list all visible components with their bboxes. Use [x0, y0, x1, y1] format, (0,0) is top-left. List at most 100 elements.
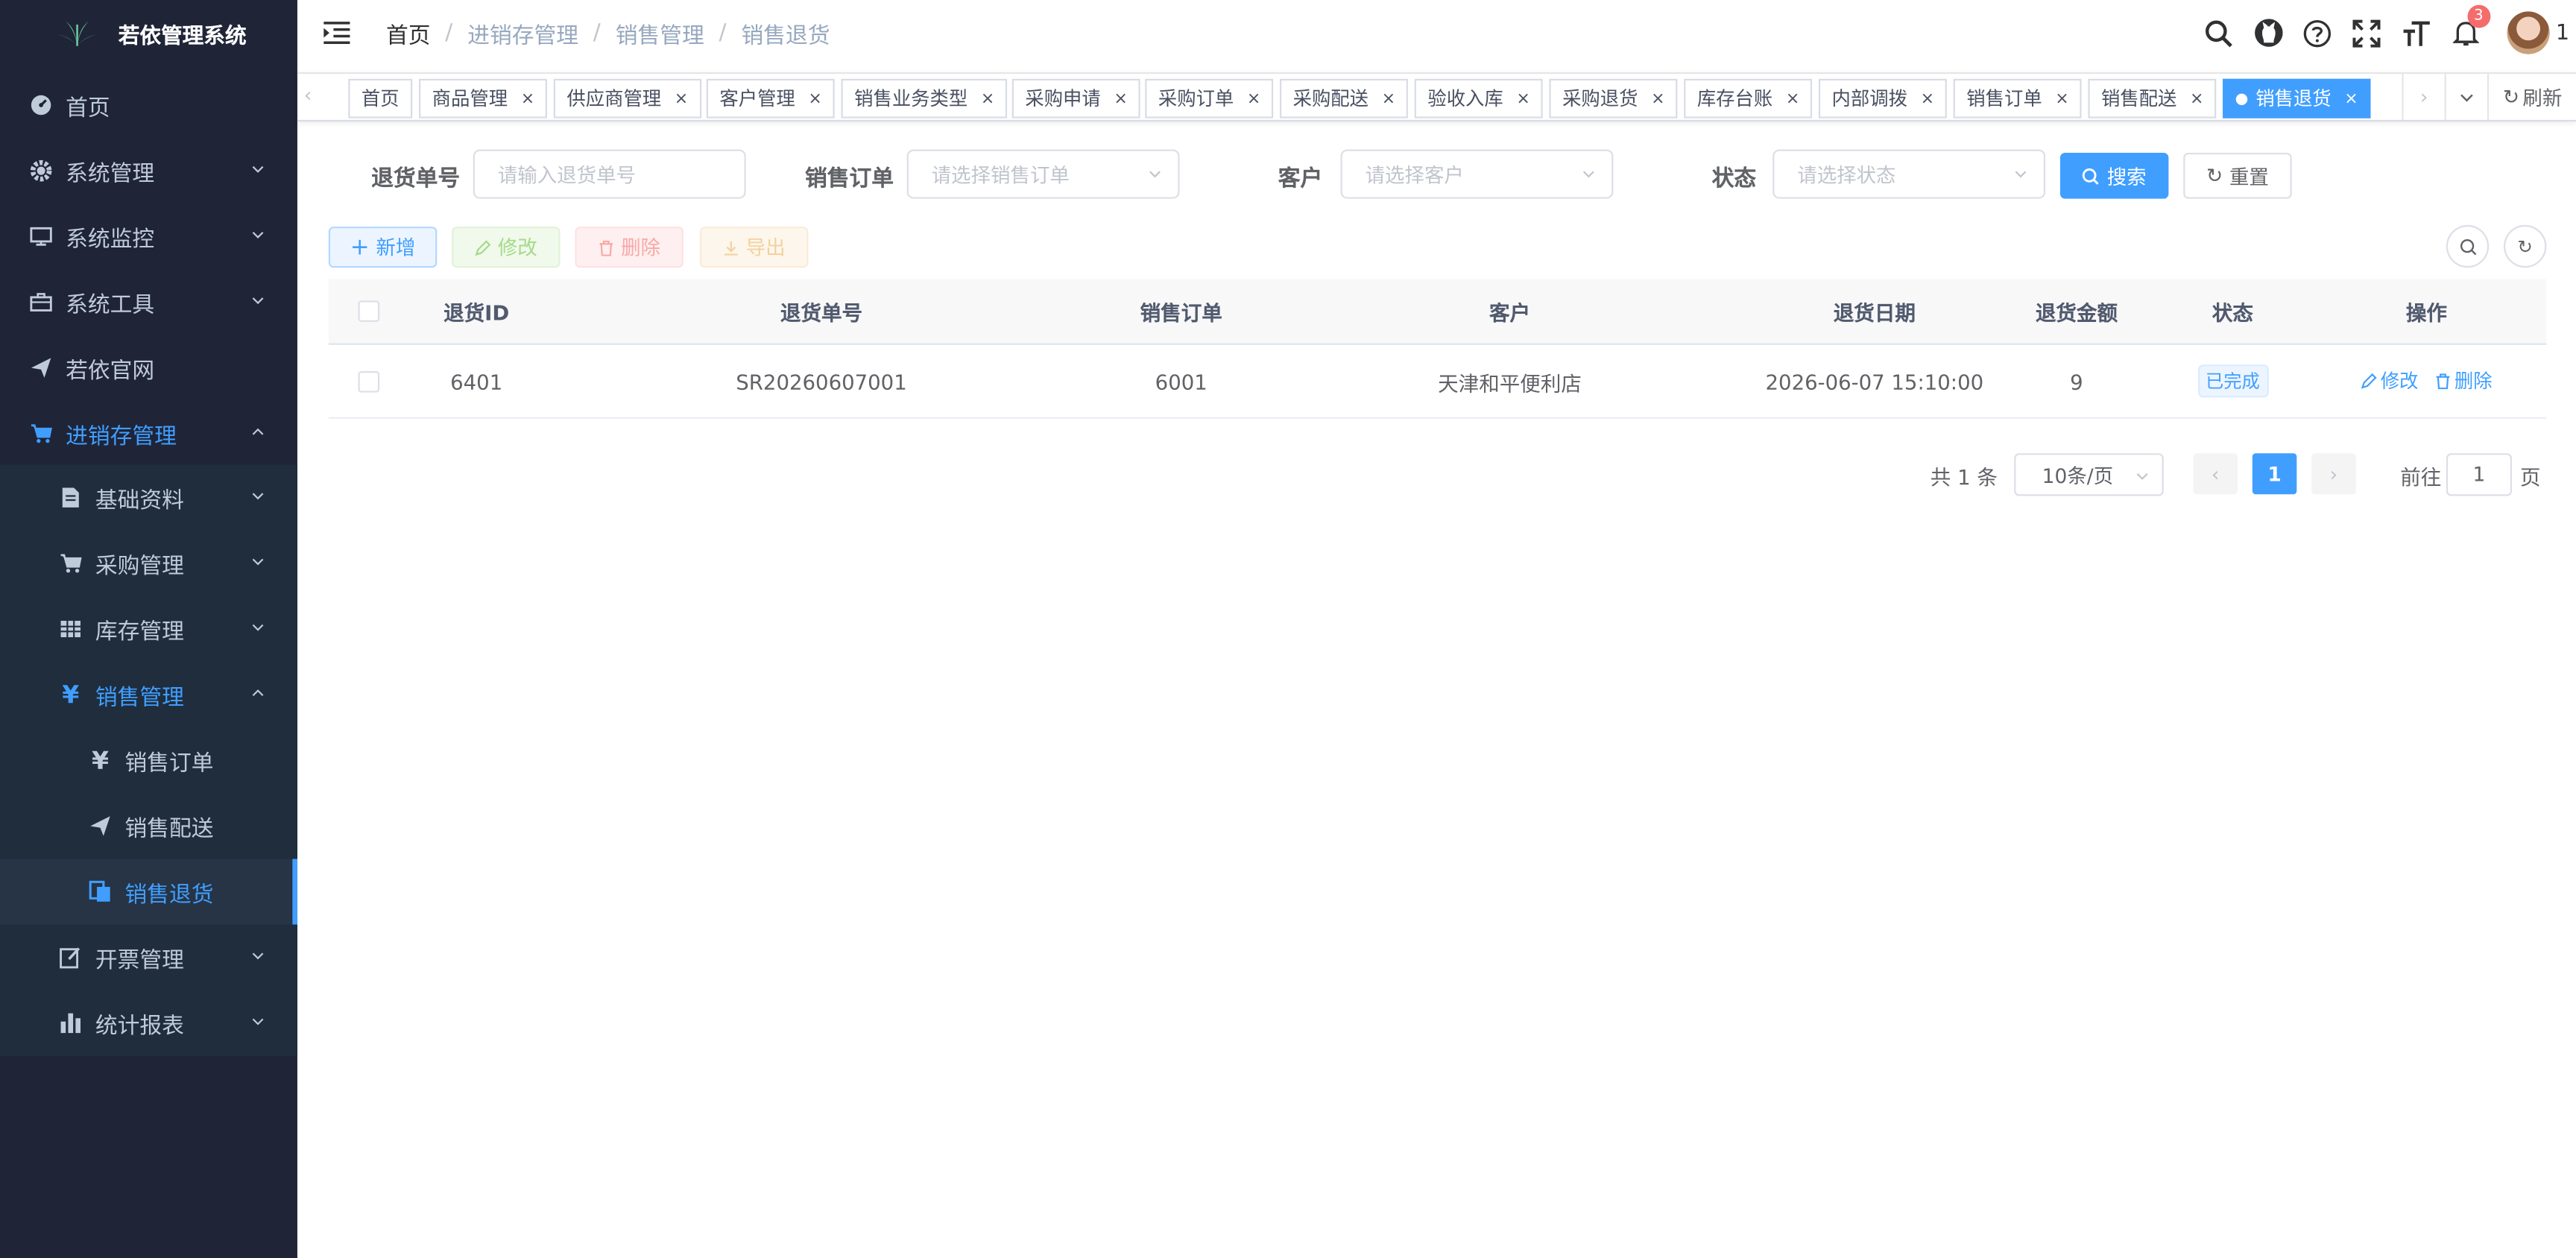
close-icon[interactable]: × — [1651, 89, 1664, 107]
tags-scroll-left-icon[interactable]: ‹ — [304, 83, 312, 107]
delete-button[interactable]: 删除 — [575, 227, 684, 268]
tag-inbound[interactable]: 验收入库 × — [1414, 78, 1544, 118]
close-icon[interactable]: × — [1247, 89, 1260, 107]
tags-dropdown-icon[interactable] — [2444, 74, 2487, 120]
close-icon[interactable]: × — [1786, 89, 1799, 107]
tag-customers[interactable]: 客户管理 × — [706, 78, 836, 118]
row-checkbox[interactable] — [357, 370, 379, 392]
header-sales-order: 销售订单 — [1140, 300, 1222, 326]
tag-label: 供应商管理 — [566, 86, 662, 110]
cell-return-no: SR20260607001 — [736, 368, 907, 393]
tag-home[interactable]: 首页 — [348, 78, 413, 118]
close-icon[interactable]: × — [1382, 89, 1395, 107]
sidebar-item-system[interactable]: 系统管理 — [0, 138, 297, 203]
return-no-input[interactable]: 请输入退货单号 — [473, 149, 746, 199]
close-icon[interactable]: × — [2344, 89, 2358, 107]
close-icon[interactable]: × — [1921, 89, 1934, 107]
export-button[interactable]: 导出 — [699, 227, 809, 268]
close-icon[interactable]: × — [2190, 89, 2203, 107]
close-icon[interactable]: × — [981, 89, 994, 107]
close-icon[interactable]: × — [675, 89, 688, 107]
help-icon[interactable] — [2303, 18, 2333, 48]
tag-sales-biz-type[interactable]: 销售业务类型 × — [841, 78, 1008, 118]
user-name[interactable]: 1 — [2556, 21, 2569, 45]
tag-purchase-delivery[interactable]: 采购配送 × — [1279, 78, 1409, 118]
active-dot — [2235, 92, 2248, 104]
sidebar-item-ruoyi-site[interactable]: 若依官网 — [0, 335, 297, 401]
sidebar-item-label: 系统监控 — [66, 227, 155, 253]
row-delete-link[interactable]: 删除 — [2434, 368, 2493, 394]
tag-stock-ledger[interactable]: 库存台账 × — [1684, 78, 1813, 118]
sidebar-item-inventory-mgmt[interactable]: 进销存管理 — [0, 401, 297, 467]
sidebar-item-home[interactable]: 首页 — [0, 72, 297, 138]
sidebar-item-tools[interactable]: 系统工具 — [0, 269, 297, 335]
close-icon[interactable]: × — [1516, 89, 1530, 107]
tag-sales-return[interactable]: 销售退货 × — [2223, 78, 2372, 118]
search-button[interactable]: 搜索 — [2059, 152, 2169, 199]
reset-button[interactable]: ↻ 重置 — [2183, 152, 2292, 199]
notification-bell[interactable]: 3 — [2451, 4, 2490, 48]
refresh-table-button[interactable]: ↻ — [2504, 224, 2547, 268]
tag-purchase-order[interactable]: 采购订单 × — [1145, 78, 1275, 118]
breadcrumb-item: 进销存管理 — [467, 22, 578, 50]
tag-suppliers[interactable]: 供应商管理 × — [553, 78, 701, 118]
search-icon[interactable] — [2204, 18, 2234, 48]
sidebar-item-monitor[interactable]: 系统监控 — [0, 203, 297, 269]
close-icon[interactable]: × — [521, 89, 534, 107]
sidebar-item-invoice[interactable]: 开票管理 — [0, 924, 297, 990]
toggle-search-button[interactable] — [2446, 224, 2490, 268]
grid-icon — [59, 618, 82, 641]
tag-sales-delivery[interactable]: 销售配送 × — [2088, 78, 2217, 118]
sidebar-item-sales-delivery[interactable]: 销售配送 — [0, 793, 297, 859]
pagination-total: 共 1 条 — [1930, 464, 1998, 489]
tags-scroll-right-icon[interactable]: › — [2402, 74, 2444, 120]
page-size-select[interactable]: 10条/页 — [2014, 453, 2164, 496]
sidebar-item-stock[interactable]: 库存管理 — [0, 595, 297, 663]
tag-purchase-return[interactable]: 采购退货 × — [1549, 78, 1679, 118]
status-select[interactable]: 请选择状态 — [1772, 149, 2046, 199]
row-edit-link[interactable]: 修改 — [2361, 368, 2418, 394]
row-checkbox-cell — [329, 345, 408, 417]
next-page-button[interactable]: › — [2311, 453, 2356, 495]
breadcrumb-item-home[interactable]: 首页 — [386, 16, 431, 49]
tags-refresh-button[interactable]: ↻ 刷新 — [2487, 74, 2576, 120]
gear-icon — [30, 159, 53, 183]
cell-customer: 天津和平便利店 — [1438, 370, 1582, 395]
page-number-current[interactable]: 1 — [2252, 453, 2297, 495]
fullscreen-icon[interactable] — [2352, 18, 2382, 48]
sidebar-item-basic-data[interactable]: 基础资料 — [0, 464, 297, 531]
hamburger-icon[interactable] — [323, 22, 350, 45]
sidebar-item-label: 首页 — [66, 95, 110, 122]
tag-sales-order[interactable]: 销售订单 × — [1953, 78, 2083, 118]
sidebar-item-sales-order[interactable]: ¥ 销售订单 — [0, 727, 297, 794]
avatar[interactable] — [2506, 11, 2550, 54]
tag-internal-transfer[interactable]: 内部调拨 × — [1818, 78, 1948, 118]
github-icon[interactable] — [2253, 18, 2283, 48]
tag-products[interactable]: 商品管理 × — [419, 78, 548, 118]
prev-page-button[interactable]: ‹ — [2193, 453, 2238, 495]
chevron-down-icon — [252, 493, 264, 500]
edit-icon — [475, 239, 491, 256]
sales-order-select[interactable]: 请选择销售订单 — [906, 149, 1180, 199]
logo[interactable]: 若依管理系统 — [0, 0, 297, 66]
sidebar-item-reports[interactable]: 统计报表 — [0, 990, 297, 1056]
font-size-icon[interactable] — [2402, 18, 2431, 48]
customer-select[interactable]: 请选择客户 — [1340, 149, 1614, 199]
close-icon[interactable]: × — [808, 89, 821, 107]
refresh-icon: ↻ — [2517, 236, 2533, 257]
sidebar-item-sales-return[interactable]: 销售退货 — [0, 859, 297, 925]
return-no-label: 退货单号 — [371, 165, 461, 192]
cell-return-date: 2026-06-07 15:10:00 — [1765, 368, 1984, 393]
goto-page-input[interactable]: 1 — [2446, 453, 2513, 496]
tag-purchase-request[interactable]: 采购申请 × — [1011, 78, 1141, 118]
sidebar-item-purchase[interactable]: 采购管理 — [0, 530, 297, 596]
select-all-checkbox[interactable] — [357, 300, 379, 322]
close-icon[interactable]: × — [1114, 89, 1127, 107]
breadcrumb-separator: / — [593, 19, 601, 46]
sidebar-item-label: 进销存管理 — [66, 423, 177, 450]
edit-button[interactable]: 修改 — [452, 227, 561, 268]
add-button-label: 新增 — [376, 236, 416, 260]
add-button[interactable]: + 新增 — [328, 227, 438, 268]
sidebar-item-sales[interactable]: ¥ 销售管理 — [0, 662, 297, 728]
close-icon[interactable]: × — [2055, 89, 2068, 107]
